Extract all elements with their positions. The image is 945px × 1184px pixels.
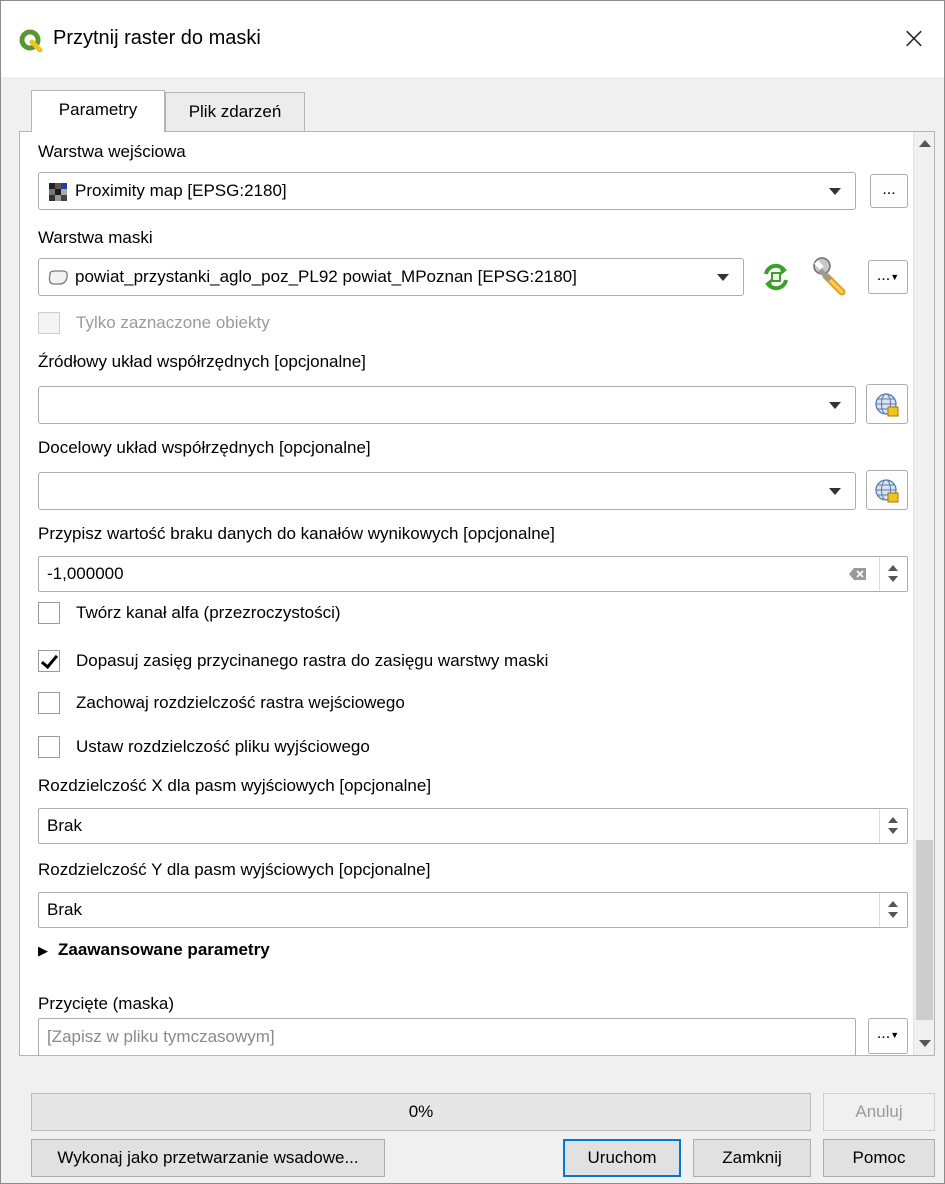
set-resolution-checkbox[interactable]: Ustaw rozdzielczość pliku wyjściowego	[38, 736, 638, 762]
wrench-icon[interactable]	[812, 256, 852, 296]
input-layer-browse-button[interactable]: ...	[870, 174, 908, 208]
advanced-parameters-label[interactable]: Zaawansowane parametry	[58, 940, 270, 959]
chevron-down-icon: ▼	[890, 1030, 900, 1040]
advanced-parameters-toggle[interactable]: ▶ Zaawansowane parametry	[38, 940, 270, 960]
increment-arrow-icon[interactable]	[888, 901, 898, 907]
parameters-panel: Warstwa wejściowa Proximity map [EPSG:21…	[19, 131, 935, 1056]
mask-layer-value: powiat_przystanki_aglo_poz_PL92 powiat_M…	[75, 267, 577, 286]
chevron-down-icon	[717, 274, 729, 281]
output-browse-label: ...	[876, 1025, 891, 1042]
help-button[interactable]: Pomoc	[823, 1139, 935, 1177]
increment-arrow-icon[interactable]	[888, 565, 898, 571]
target-crs-combo[interactable]	[38, 472, 856, 510]
chevron-down-icon: ▼	[890, 272, 900, 282]
keep-resolution-box[interactable]	[38, 692, 60, 714]
y-resolution-value: Brak	[47, 900, 82, 919]
close-button[interactable]: Zamknij	[693, 1139, 811, 1177]
x-resolution-label: Rozdzielczość X dla pasm wyjściowych [op…	[38, 776, 432, 795]
selected-features-only-box	[38, 312, 60, 334]
chevron-down-icon	[829, 488, 841, 495]
decrement-arrow-icon[interactable]	[888, 912, 898, 918]
dialog-window: Przytnij raster do maski × Parametry Pli…	[0, 0, 945, 1184]
source-crs-combo[interactable]	[38, 386, 856, 424]
progress-bar: 0%	[31, 1093, 811, 1131]
set-resolution-label[interactable]: Ustaw rozdzielczość pliku wyjściowego	[76, 737, 370, 757]
tab-log-label: Plik zdarzeń	[188, 102, 282, 121]
progress-label: 0%	[408, 1102, 434, 1121]
y-resolution-stepper[interactable]	[879, 893, 907, 927]
vertical-scrollbar[interactable]	[913, 132, 934, 1055]
run-as-batch-button[interactable]: Wykonaj jako przetwarzanie wsadowe...	[31, 1139, 385, 1177]
chevron-down-icon	[829, 188, 841, 195]
alpha-band-box[interactable]	[38, 602, 60, 624]
tab-log[interactable]: Plik zdarzeń	[165, 92, 305, 132]
parameters-scroll-area: Warstwa wejściowa Proximity map [EPSG:21…	[20, 132, 913, 1055]
cancel-button[interactable]: Anuluj	[823, 1093, 935, 1131]
dialog-title: Przytnij raster do maski	[53, 27, 261, 49]
mask-layer-options-button[interactable]: ...▼	[868, 260, 908, 294]
keep-resolution-label[interactable]: Zachowaj rozdzielczość rastra wejścioweg…	[76, 693, 405, 713]
output-options-button[interactable]: ...▼	[868, 1018, 908, 1054]
x-resolution-value: Brak	[47, 816, 82, 835]
close-window-button[interactable]: ×	[884, 13, 944, 65]
globe-crs-icon	[875, 393, 899, 417]
mask-layer-combo[interactable]: powiat_przystanki_aglo_poz_PL92 powiat_M…	[38, 258, 744, 296]
input-layer-combo[interactable]: Proximity map [EPSG:2180]	[38, 172, 856, 210]
qgis-logo-icon	[19, 29, 43, 53]
nodata-value: -1,000000	[47, 564, 124, 583]
input-layer-value: Proximity map [EPSG:2180]	[75, 181, 287, 200]
selected-features-only-label: Tylko zaznaczone obiekty	[76, 313, 270, 332]
chevron-down-icon	[829, 402, 841, 409]
mask-layer-browse-label: ...	[876, 267, 891, 284]
run-button[interactable]: Uruchom	[563, 1139, 681, 1177]
y-resolution-spinbox[interactable]: Brak	[38, 892, 908, 928]
expand-arrow-icon[interactable]: ▶	[38, 943, 48, 958]
nodata-spinbox[interactable]: -1,000000	[38, 556, 908, 592]
decrement-arrow-icon[interactable]	[888, 576, 898, 582]
raster-layer-icon	[49, 183, 67, 201]
target-crs-label: Docelowy układ współrzędnych [opcjonalne…	[38, 438, 371, 457]
polygon-layer-icon	[48, 270, 68, 285]
tab-parameters[interactable]: Parametry	[31, 90, 165, 132]
x-resolution-spinbox[interactable]: Brak	[38, 808, 908, 844]
nodata-label: Przypisz wartość braku danych do kanałów…	[38, 524, 555, 543]
iterate-features-icon[interactable]	[760, 262, 792, 292]
scroll-down-arrow-icon[interactable]	[919, 1040, 931, 1047]
x-resolution-stepper[interactable]	[879, 809, 907, 843]
crop-to-cutline-checkbox[interactable]: Dopasuj zasięg przycinanego rastra do za…	[38, 650, 738, 676]
alpha-band-label[interactable]: Twórz kanał alfa (przezroczystości)	[76, 603, 341, 623]
decrement-arrow-icon[interactable]	[888, 828, 898, 834]
scrollbar-thumb[interactable]	[916, 840, 933, 1020]
target-crs-select-button[interactable]	[866, 470, 908, 510]
crop-to-cutline-box[interactable]	[38, 650, 60, 672]
increment-arrow-icon[interactable]	[888, 817, 898, 823]
y-resolution-label: Rozdzielczość Y dla pasm wyjściowych [op…	[38, 860, 431, 879]
output-file-input[interactable]: [Zapisz w pliku tymczasowym]	[38, 1018, 856, 1055]
source-crs-select-button[interactable]	[866, 384, 908, 424]
nodata-stepper[interactable]	[879, 557, 907, 591]
keep-resolution-checkbox[interactable]: Zachowaj rozdzielczość rastra wejścioweg…	[38, 692, 638, 718]
alpha-band-checkbox[interactable]: Twórz kanał alfa (przezroczystości)	[38, 602, 638, 628]
input-layer-label: Warstwa wejściowa	[38, 142, 186, 161]
mask-layer-label: Warstwa maski	[38, 228, 153, 247]
output-label: Przycięte (maska)	[38, 994, 175, 1013]
title-bar: Przytnij raster do maski ×	[1, 1, 944, 77]
globe-crs-icon	[875, 479, 899, 503]
output-file-placeholder: [Zapisz w pliku tymczasowym]	[47, 1027, 275, 1046]
crop-to-cutline-label[interactable]: Dopasuj zasięg przycinanego rastra do za…	[76, 651, 548, 671]
set-resolution-box[interactable]	[38, 736, 60, 758]
clear-icon[interactable]	[849, 567, 867, 581]
tab-parameters-label: Parametry	[58, 100, 138, 119]
selected-features-only-checkbox: Tylko zaznaczone obiekty	[38, 312, 438, 338]
source-crs-label: Źródłowy układ współrzędnych [opcjonalne…	[38, 352, 366, 371]
scroll-up-arrow-icon[interactable]	[919, 140, 931, 147]
